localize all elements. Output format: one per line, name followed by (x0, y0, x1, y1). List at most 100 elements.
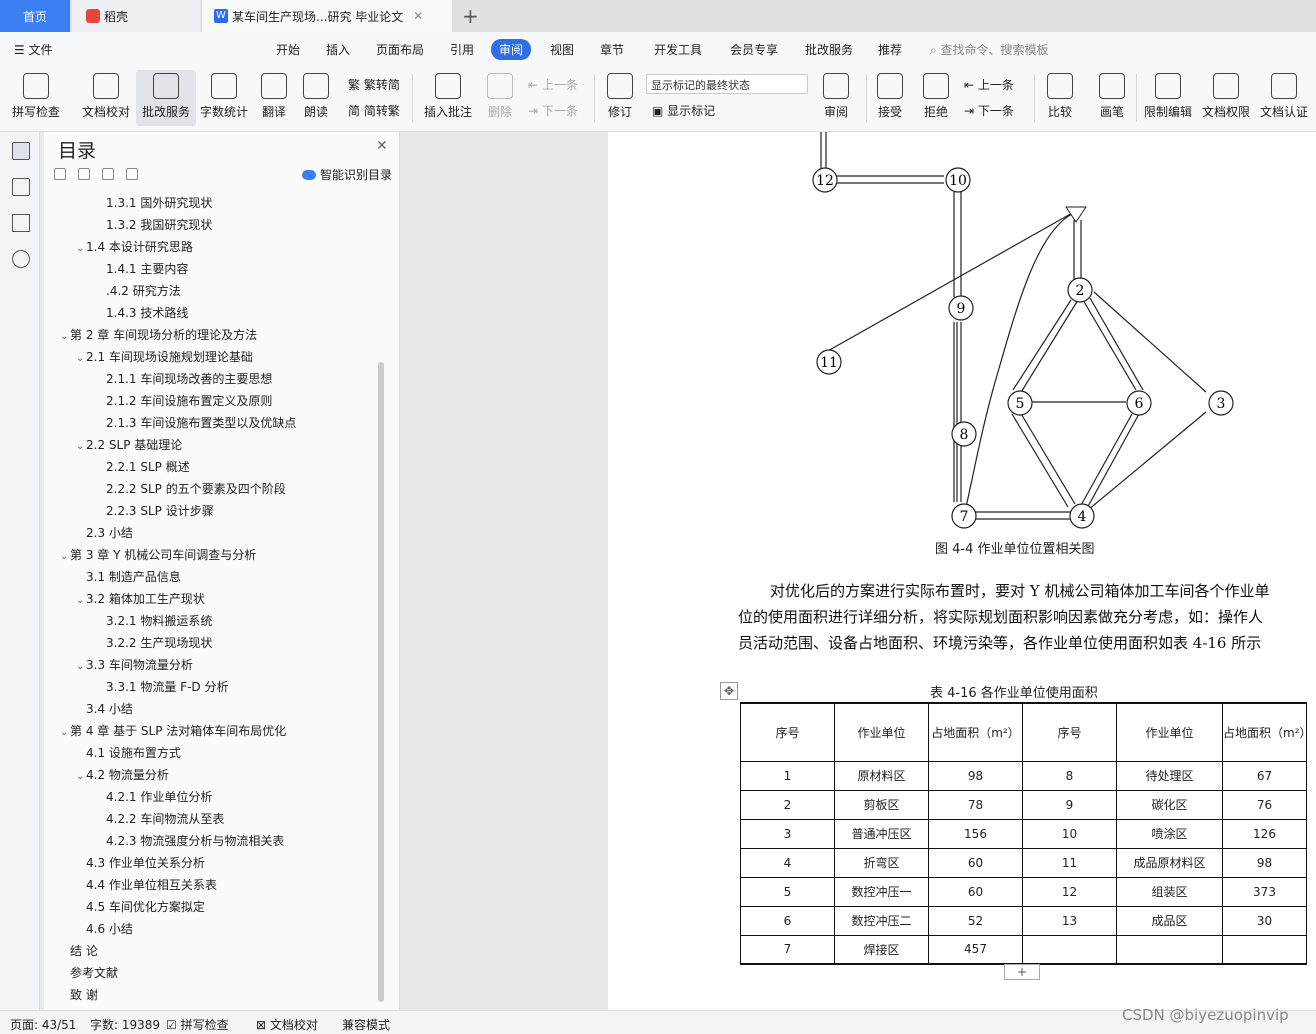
toc-item[interactable]: 3.2.1 物料搬运系统 (106, 612, 212, 629)
spell-check-status[interactable]: ☑ 拼写检查 (166, 1016, 229, 1033)
remove-heading-icon[interactable] (126, 168, 138, 180)
toc-item[interactable]: ⌄ 第 4 章 基于 SLP 法对箱体车间布局优化 (60, 722, 286, 739)
search-icon[interactable] (12, 250, 30, 268)
menu-item[interactable]: 开始 (276, 41, 300, 58)
chevron-down-icon[interactable]: ⌄ (76, 243, 86, 254)
prev-comment-button[interactable]: ⇤ 上一条 (528, 76, 578, 93)
simp-to-trad-button[interactable]: 简 简转繁 (348, 102, 400, 119)
revise-button[interactable]: 修订 (590, 70, 650, 126)
pen-button[interactable]: 画笔 (1082, 70, 1142, 126)
table-move-handle-icon[interactable]: ✥ (720, 682, 738, 700)
toc-item[interactable]: 4.4 作业单位相互关系表 (76, 876, 217, 893)
toc-item[interactable]: 2.1.1 车间现场改善的主要思想 (106, 370, 272, 387)
proofread-status[interactable]: ⊠ 文档校对 (256, 1016, 318, 1033)
menu-item[interactable]: 引用 (450, 41, 474, 58)
toc-item[interactable]: 4.3 作业单位关系分析 (76, 854, 205, 871)
toc-item[interactable]: 2.3 小结 (76, 524, 133, 541)
menu-item[interactable]: 页面布局 (376, 41, 424, 58)
tab-close-icon[interactable]: ✕ (413, 9, 423, 23)
collapse-all-icon[interactable] (54, 168, 66, 180)
menu-item[interactable]: 审阅 (491, 39, 532, 60)
toc-item[interactable]: ⌄ 第 3 章 Y 机械公司车间调查与分析 (60, 546, 256, 563)
document-permission-button[interactable]: 文档权限 (1196, 70, 1256, 126)
toc-item[interactable]: 4.2.1 作业单位分析 (106, 788, 212, 805)
toc-item[interactable]: 致 谢 (60, 986, 98, 1003)
close-icon[interactable]: ✕ (376, 138, 388, 154)
nav-panel-icon[interactable] (12, 178, 30, 196)
new-tab-icon[interactable]: + (462, 4, 479, 28)
toc-item[interactable]: 2.2.2 SLP 的五个要素及四个阶段 (106, 480, 286, 497)
trad-to-simp-button[interactable]: 繁 繁转简 (348, 76, 400, 93)
toc-item[interactable]: 4.6 小结 (76, 920, 133, 937)
review-pane-button[interactable]: 审阅 (806, 70, 866, 126)
spell-check-button[interactable]: 拼写检查 (6, 70, 66, 126)
toc-item[interactable]: 3.4 小结 (76, 700, 133, 717)
compare-button[interactable]: 比较 (1030, 70, 1090, 126)
toc-item[interactable]: ⌄ 4.2 物流量分析 (76, 766, 169, 783)
toc-item[interactable]: 3.2.2 生产现场现状 (106, 634, 212, 651)
toc-item[interactable]: 1.4.3 技术路线 (106, 304, 188, 321)
chevron-down-icon[interactable]: ⌄ (60, 727, 70, 738)
next-change-button[interactable]: ⇥ 下一条 (964, 102, 1014, 119)
chevron-down-icon[interactable]: ⌄ (76, 661, 86, 672)
chevron-down-icon[interactable]: ⌄ (76, 353, 86, 364)
tab-document[interactable]: W 某车间生产现场...研究 毕业论文 ✕ (202, 0, 452, 32)
menu-item[interactable]: 插入 (326, 41, 350, 58)
read-aloud-button[interactable]: 朗读 (286, 70, 346, 126)
document-certify-button[interactable]: 文档认证 (1254, 70, 1314, 126)
page-indicator[interactable]: 页面: 43/51 (10, 1016, 76, 1033)
markup-state-select[interactable]: 显示标记的最终状态 (646, 74, 808, 94)
toc-item[interactable]: 3.1 制造产品信息 (76, 568, 181, 585)
word-count-indicator[interactable]: 字数: 19389 (90, 1016, 160, 1033)
toc-item[interactable]: .4.2 研究方法 (106, 282, 181, 299)
toc-item[interactable]: 4.2.2 车间物流从至表 (106, 810, 224, 827)
toc-item[interactable]: 1.3.1 国外研究现状 (106, 194, 212, 211)
menu-item[interactable]: 批改服务 (805, 41, 853, 58)
chevron-down-icon[interactable]: ⌄ (76, 441, 86, 452)
toc-item[interactable]: 4.1 设施布置方式 (76, 744, 181, 761)
chevron-down-icon[interactable]: ⌄ (76, 595, 86, 606)
toc-item[interactable]: ⌄ 2.1 车间现场设施规划理论基础 (76, 348, 253, 365)
toc-panel-icon[interactable] (12, 142, 30, 160)
toc-item[interactable]: 4.5 车间优化方案拟定 (76, 898, 205, 915)
toc-scrollbar[interactable] (378, 362, 384, 1002)
add-heading-icon[interactable] (102, 168, 114, 180)
chevron-down-icon[interactable]: ⌄ (60, 551, 70, 562)
tab-daoke[interactable]: 稻壳 (72, 0, 200, 32)
show-markup-button[interactable]: ▣ 显示标记 (652, 102, 715, 119)
toc-item[interactable]: 结 论 (60, 942, 98, 959)
bookmark-icon[interactable] (12, 214, 30, 232)
next-comment-button[interactable]: ⇥ 下一条 (528, 102, 578, 119)
insert-comment-button[interactable]: 插入批注 (418, 70, 478, 126)
reject-button[interactable]: 拒绝 (906, 70, 966, 126)
toc-item[interactable]: ⌄ 3.3 车间物流量分析 (76, 656, 193, 673)
toc-item[interactable]: ⌄ 2.2 SLP 基础理论 (76, 436, 182, 453)
menu-item[interactable]: 开发工具 (654, 41, 702, 58)
add-row-button[interactable]: + (1004, 964, 1040, 980)
correction-service-button[interactable]: 批改服务 (136, 70, 196, 126)
delete-comment-button[interactable]: 删除 (470, 70, 530, 126)
restrict-editing-button[interactable]: 限制编辑 (1138, 70, 1198, 126)
file-menu[interactable]: ☰ 文件 (14, 41, 53, 58)
chevron-down-icon[interactable]: ⌄ (76, 771, 86, 782)
toc-item[interactable]: 1.3.2 我国研究现状 (106, 216, 212, 233)
smart-toc-button[interactable]: 智能识别目录 (302, 166, 392, 183)
toc-item[interactable]: 2.2.1 SLP 概述 (106, 458, 190, 475)
tab-home[interactable]: 首页 (0, 0, 70, 32)
toc-item[interactable]: 2.2.3 SLP 设计步骤 (106, 502, 214, 519)
toc-item[interactable]: ⌄ 3.2 箱体加工生产现状 (76, 590, 205, 607)
menu-item[interactable]: 会员专享 (730, 41, 778, 58)
toc-item[interactable]: ⌄ 第 2 章 车间现场分析的理论及方法 (60, 326, 257, 343)
toc-item[interactable]: 2.1.3 车间设施布置类型以及优缺点 (106, 414, 296, 431)
toc-item[interactable]: ⌄ 1.4 本设计研究思路 (76, 238, 193, 255)
toc-item[interactable]: 2.1.2 车间设施布置定义及原则 (106, 392, 272, 409)
menu-item[interactable]: 推荐 (878, 41, 902, 58)
expand-up-icon[interactable] (78, 168, 90, 180)
toc-item[interactable]: 参考文献 (60, 964, 118, 981)
menu-item[interactable]: 视图 (550, 41, 574, 58)
proofread-button[interactable]: 文档校对 (76, 70, 136, 126)
prev-change-button[interactable]: ⇤ 上一条 (964, 76, 1014, 93)
toc-item[interactable]: 4.2.3 物流强度分析与物流相关表 (106, 832, 284, 849)
search-input[interactable]: ⌕ 查找命令、搜索模板 (930, 41, 1049, 58)
toc-item[interactable]: 3.3.1 物流量 F-D 分析 (106, 678, 228, 695)
